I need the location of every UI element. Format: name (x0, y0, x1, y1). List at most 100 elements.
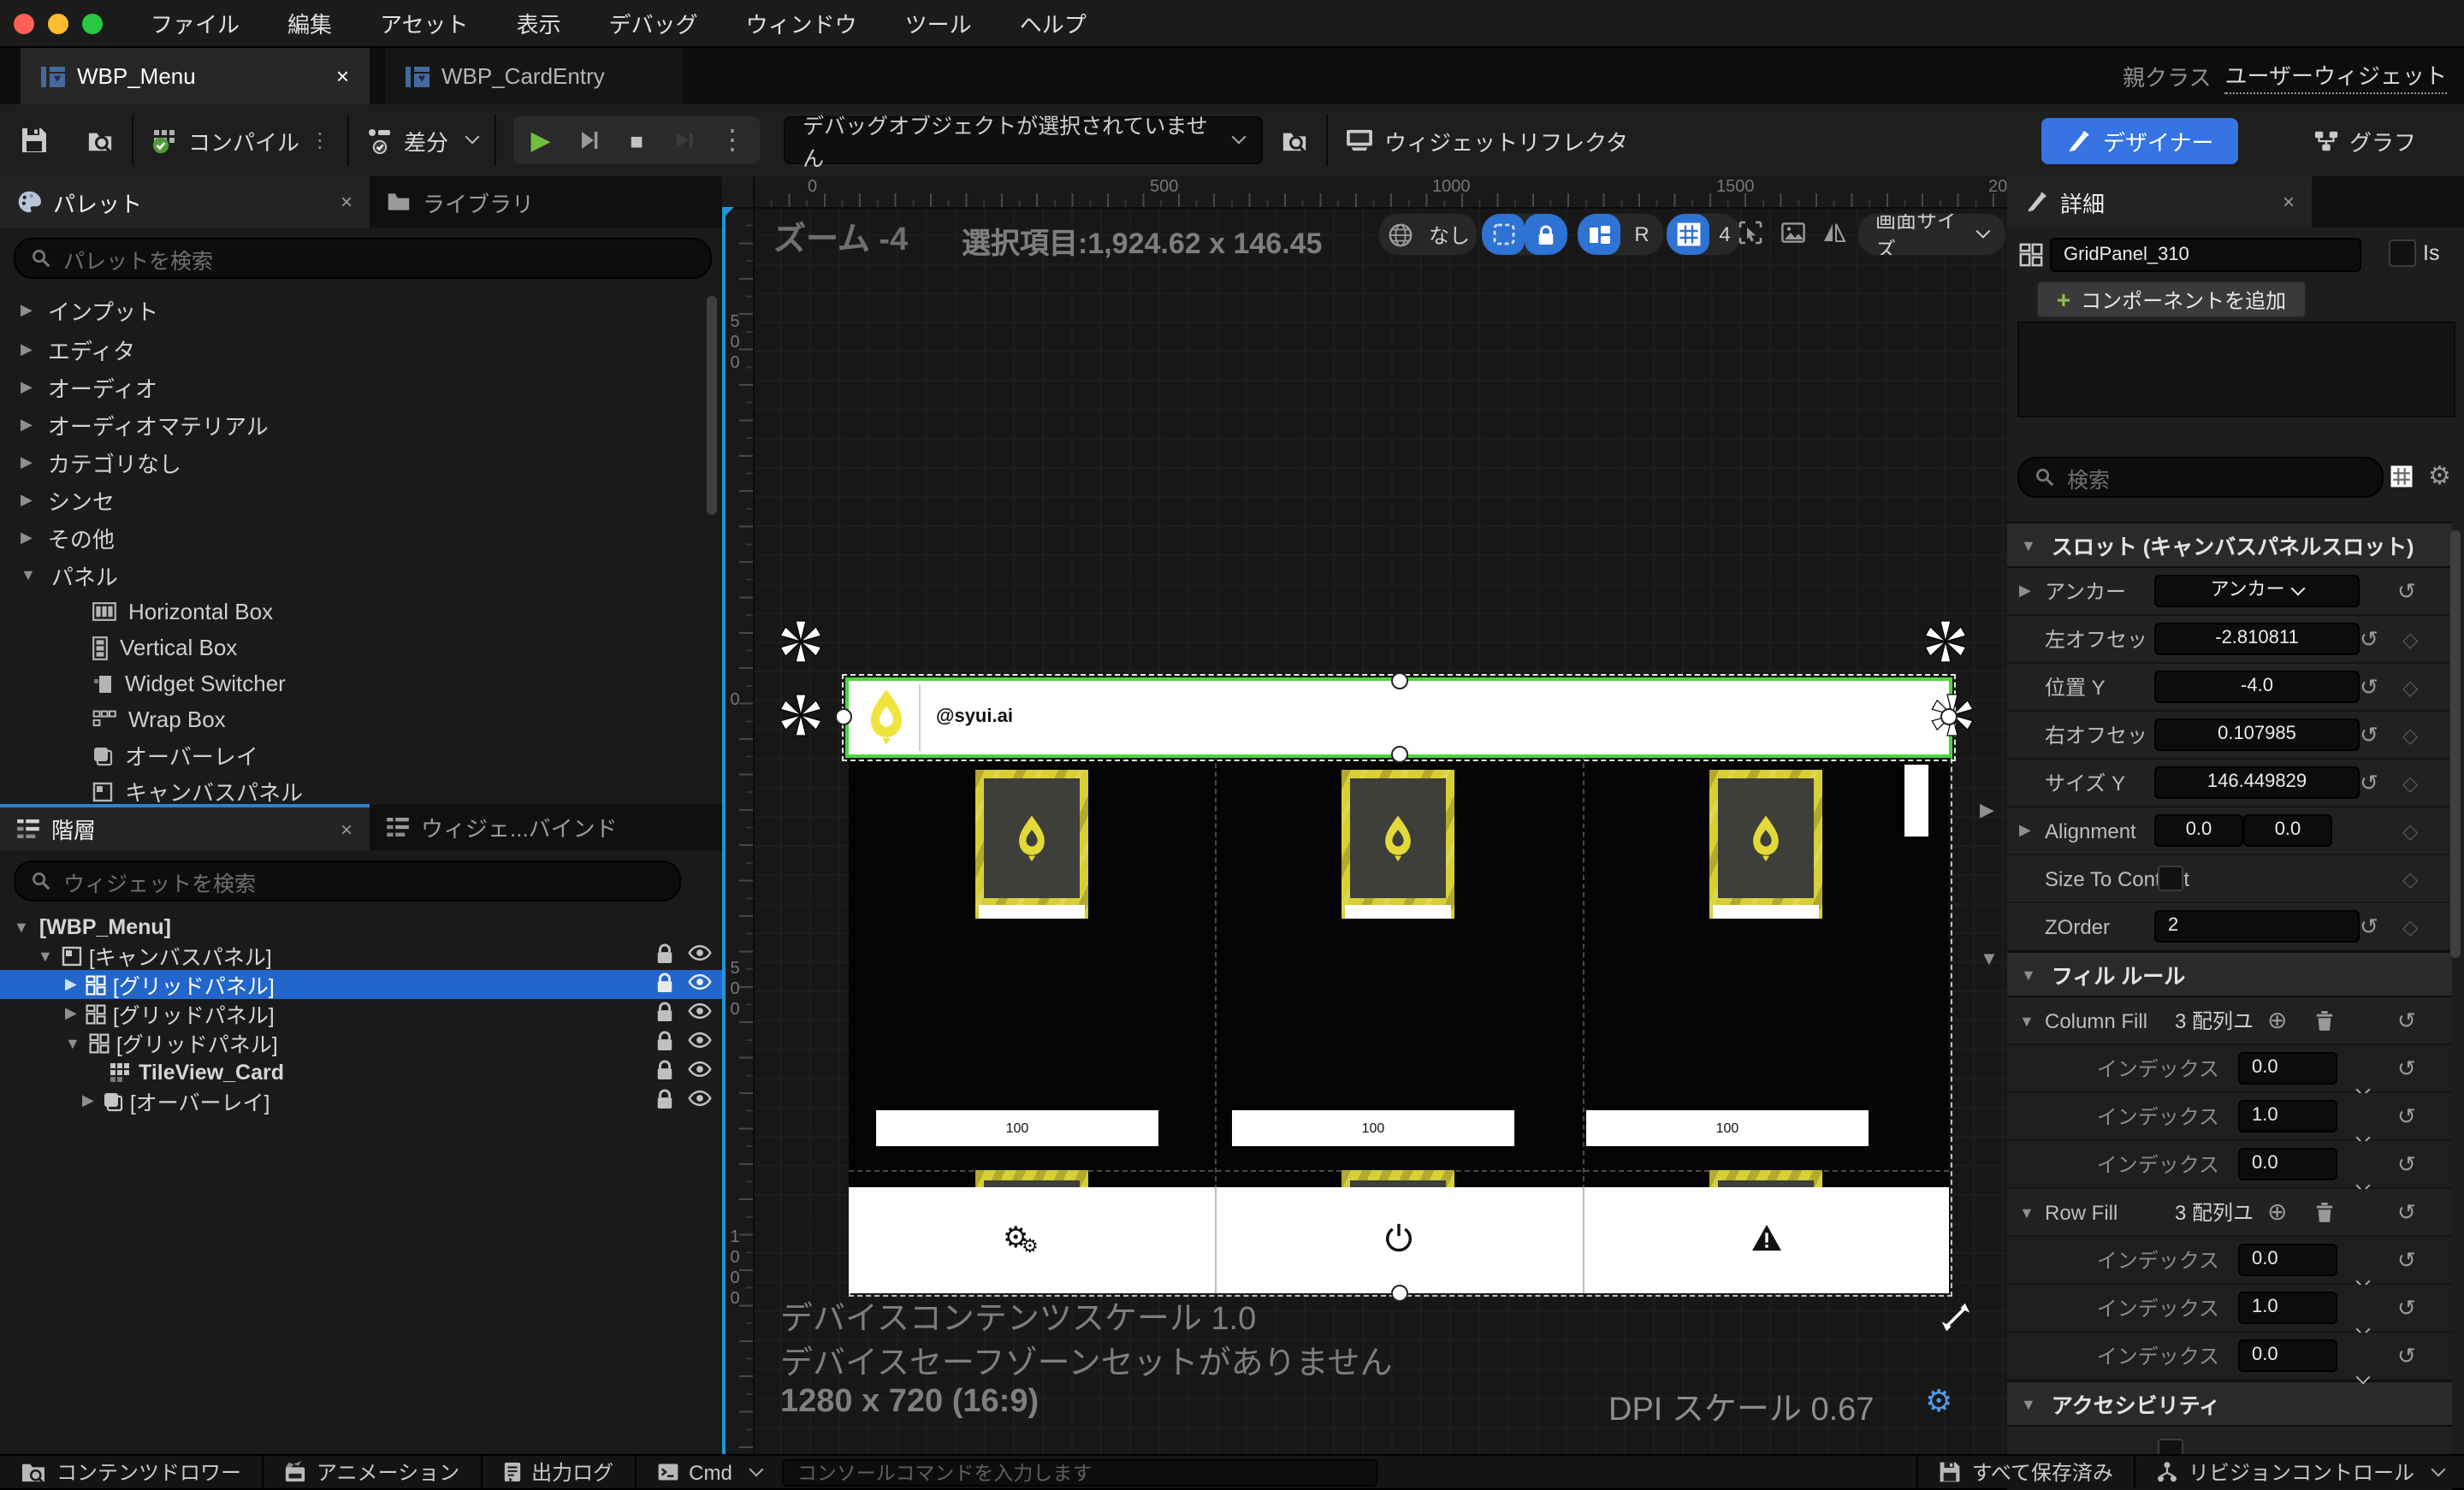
index-value-input[interactable]: 0.0 (2238, 1148, 2337, 1180)
size-to-content-checkbox[interactable] (2158, 866, 2183, 891)
tab-library[interactable]: ライブラリ (370, 176, 551, 228)
close-panel-icon[interactable]: × (341, 190, 352, 214)
palette-category-editor[interactable]: ▶ エディタ (0, 330, 722, 368)
alignment-y-input[interactable]: 0.0 (2243, 814, 2332, 847)
trash-icon[interactable] (2315, 1009, 2334, 1032)
widget-reflector-button[interactable]: ウィジェットリフレクタ (1345, 124, 1628, 157)
revision-control-dropdown[interactable]: リビジョンコントロール (2135, 1456, 2464, 1488)
localization-globe-icon[interactable] (1379, 214, 1422, 255)
revert-icon[interactable]: ↺ (2360, 673, 2378, 701)
menu-asset[interactable]: アセット (380, 7, 469, 39)
tree-item-canvas-panel[interactable]: ▼ [キャンバスパネル] (0, 941, 722, 970)
animation-button[interactable]: アニメーション (264, 1456, 480, 1488)
bind-diamond-icon[interactable]: ◇ (2402, 675, 2418, 699)
tree-item-overlay[interactable]: ▶ [オーバーレイ] (0, 1086, 722, 1115)
graph-mode-button[interactable]: グラフ (2313, 124, 2416, 157)
palette-category-input[interactable]: ▶ インプット (0, 289, 722, 330)
resize-handle-left[interactable] (835, 708, 852, 725)
revert-icon[interactable]: ↺ (2360, 625, 2378, 653)
tree-item-grid-panel-2[interactable]: ▶ [グリッドパネル] (0, 999, 722, 1028)
r-toggle-button[interactable]: R (1620, 214, 1663, 255)
index-value-input[interactable]: 0.0 (2238, 1244, 2337, 1276)
revert-icon[interactable]: ↺ (2397, 1150, 2416, 1178)
visibility-eye-icon[interactable] (688, 1061, 712, 1078)
resize-handle-right[interactable] (1940, 708, 1958, 725)
menu-view[interactable]: 表示 (517, 7, 561, 39)
palette-category-panel[interactable]: ▼ パネル (0, 556, 722, 594)
tree-item-grid-panel-3[interactable]: ▼ [グリッドパネル] (0, 1028, 722, 1057)
tileview-scrollbar[interactable] (1904, 765, 1928, 837)
cursor-select-button[interactable] (1728, 212, 1771, 253)
visibility-eye-icon[interactable] (688, 944, 712, 961)
save-button[interactable] (21, 127, 48, 154)
lock-icon[interactable] (655, 1088, 674, 1110)
menu-window[interactable]: ウィンドウ (746, 7, 857, 39)
scroll-right-icon[interactable]: ▶ (1980, 799, 1994, 821)
tab-wbp-cardentry[interactable]: ♥ WBP_CardEntry (385, 48, 683, 104)
grid-snap-toggle[interactable] (1667, 214, 1709, 255)
revert-icon[interactable]: ↺ (2397, 1007, 2416, 1034)
power-icon[interactable] (1383, 1221, 1415, 1254)
menu-file[interactable]: ファイル (151, 7, 240, 39)
palette-item-widget-switcher[interactable]: Widget Switcher (0, 665, 722, 701)
scroll-down-icon[interactable]: ▼ (1980, 949, 1999, 970)
details-settings-gear-icon[interactable]: ⚙ (2428, 460, 2451, 491)
revert-icon[interactable]: ↺ (2360, 913, 2378, 940)
minimize-window-button[interactable] (48, 13, 68, 33)
resize-diagonal-icon[interactable] (1940, 1302, 1971, 1333)
revert-icon[interactable]: ↺ (2397, 1055, 2416, 1082)
card-entry-1[interactable] (975, 770, 1088, 919)
settings-gears-icon[interactable]: ⚙ ⚙ (1003, 1221, 1039, 1257)
section-slot[interactable]: ▼ スロット (キャンバスパネルスロット) (2007, 522, 2452, 568)
close-panel-icon[interactable]: × (2283, 190, 2295, 214)
lock-icon[interactable] (655, 1001, 674, 1023)
card-entry-3[interactable] (1709, 770, 1822, 919)
index-value-input[interactable]: 1.0 (2238, 1292, 2337, 1324)
anchor-burst-icon[interactable] (1920, 616, 1971, 667)
debug-browse-button[interactable] (1280, 127, 1309, 153)
tree-item-tileview-card[interactable]: TileView_Card (0, 1057, 722, 1086)
bind-diamond-icon[interactable]: ◇ (2402, 866, 2418, 890)
save-status-button[interactable]: すべて保存済み (1919, 1456, 2134, 1488)
close-window-button[interactable] (14, 13, 34, 33)
anchor-burst-icon[interactable] (775, 689, 826, 741)
palette-item-wrap-box[interactable]: Wrap Box (0, 701, 722, 737)
lock-icon[interactable] (655, 1059, 674, 1081)
resize-handle-top[interactable] (1391, 672, 1408, 689)
bind-diamond-icon[interactable]: ◇ (2402, 914, 2418, 938)
right-offset-input[interactable]: 0.107985 (2154, 718, 2360, 751)
lock-icon[interactable] (655, 943, 674, 965)
display-filter-icon[interactable] (2389, 465, 2414, 488)
skip-button[interactable] (660, 118, 708, 163)
bind-diamond-icon[interactable]: ◇ (2402, 627, 2418, 651)
console-command-input[interactable]: コンソールコマンドを入力します (781, 1458, 1377, 1486)
visibility-eye-icon[interactable] (688, 1090, 712, 1107)
card-entry-2[interactable] (1342, 770, 1454, 919)
palette-search-input[interactable]: パレットを検索 (14, 238, 712, 279)
stop-button[interactable]: ■ (613, 118, 660, 163)
play-button[interactable]: ▶ (517, 118, 565, 163)
anchor-dropdown[interactable]: アンカー (2154, 575, 2360, 607)
warning-icon[interactable] (1750, 1223, 1783, 1252)
palette-category-other[interactable]: ▶ その他 (0, 518, 722, 556)
debug-object-dropdown[interactable]: デバッグオブジェクトが選択されていません (784, 115, 1264, 171)
menu-help[interactable]: ヘルプ (1020, 7, 1087, 39)
close-panel-icon[interactable]: × (341, 817, 352, 841)
index-value-input[interactable]: 0.0 (2238, 1339, 2337, 1372)
close-tab-icon[interactable]: × (336, 63, 349, 89)
section-accessibility[interactable]: ▼ アクセシビリティ (2007, 1381, 2452, 1427)
designer-viewport[interactable]: 0 500 1000 1500 200 500 0 500 1000 ズーム -… (722, 176, 2007, 1454)
visibility-eye-icon[interactable] (688, 1032, 712, 1049)
visibility-eye-icon[interactable] (688, 1002, 712, 1020)
revert-icon[interactable]: ↺ (2397, 1198, 2416, 1226)
palette-category-uncategorized[interactable]: ▶ カテゴリなし (0, 443, 722, 481)
palette-item-overlay[interactable]: オーバーレイ (0, 737, 722, 773)
resize-handle-grid-bottom[interactable] (1391, 1285, 1408, 1302)
cmd-dropdown[interactable]: Cmd (636, 1456, 782, 1488)
palette-category-audio-material[interactable]: ▶ オーディオマテリアル (0, 405, 722, 443)
menu-tools[interactable]: ツール (905, 7, 972, 39)
bind-diamond-icon[interactable]: ◇ (2402, 771, 2418, 795)
tab-widget-bind[interactable]: ウィジェ...バインド (370, 804, 635, 850)
tree-item-grid-panel-selected[interactable]: ▶ [グリッドパネル] (0, 970, 722, 999)
dpi-settings-gear-icon[interactable]: ⚙ (1925, 1384, 1952, 1420)
